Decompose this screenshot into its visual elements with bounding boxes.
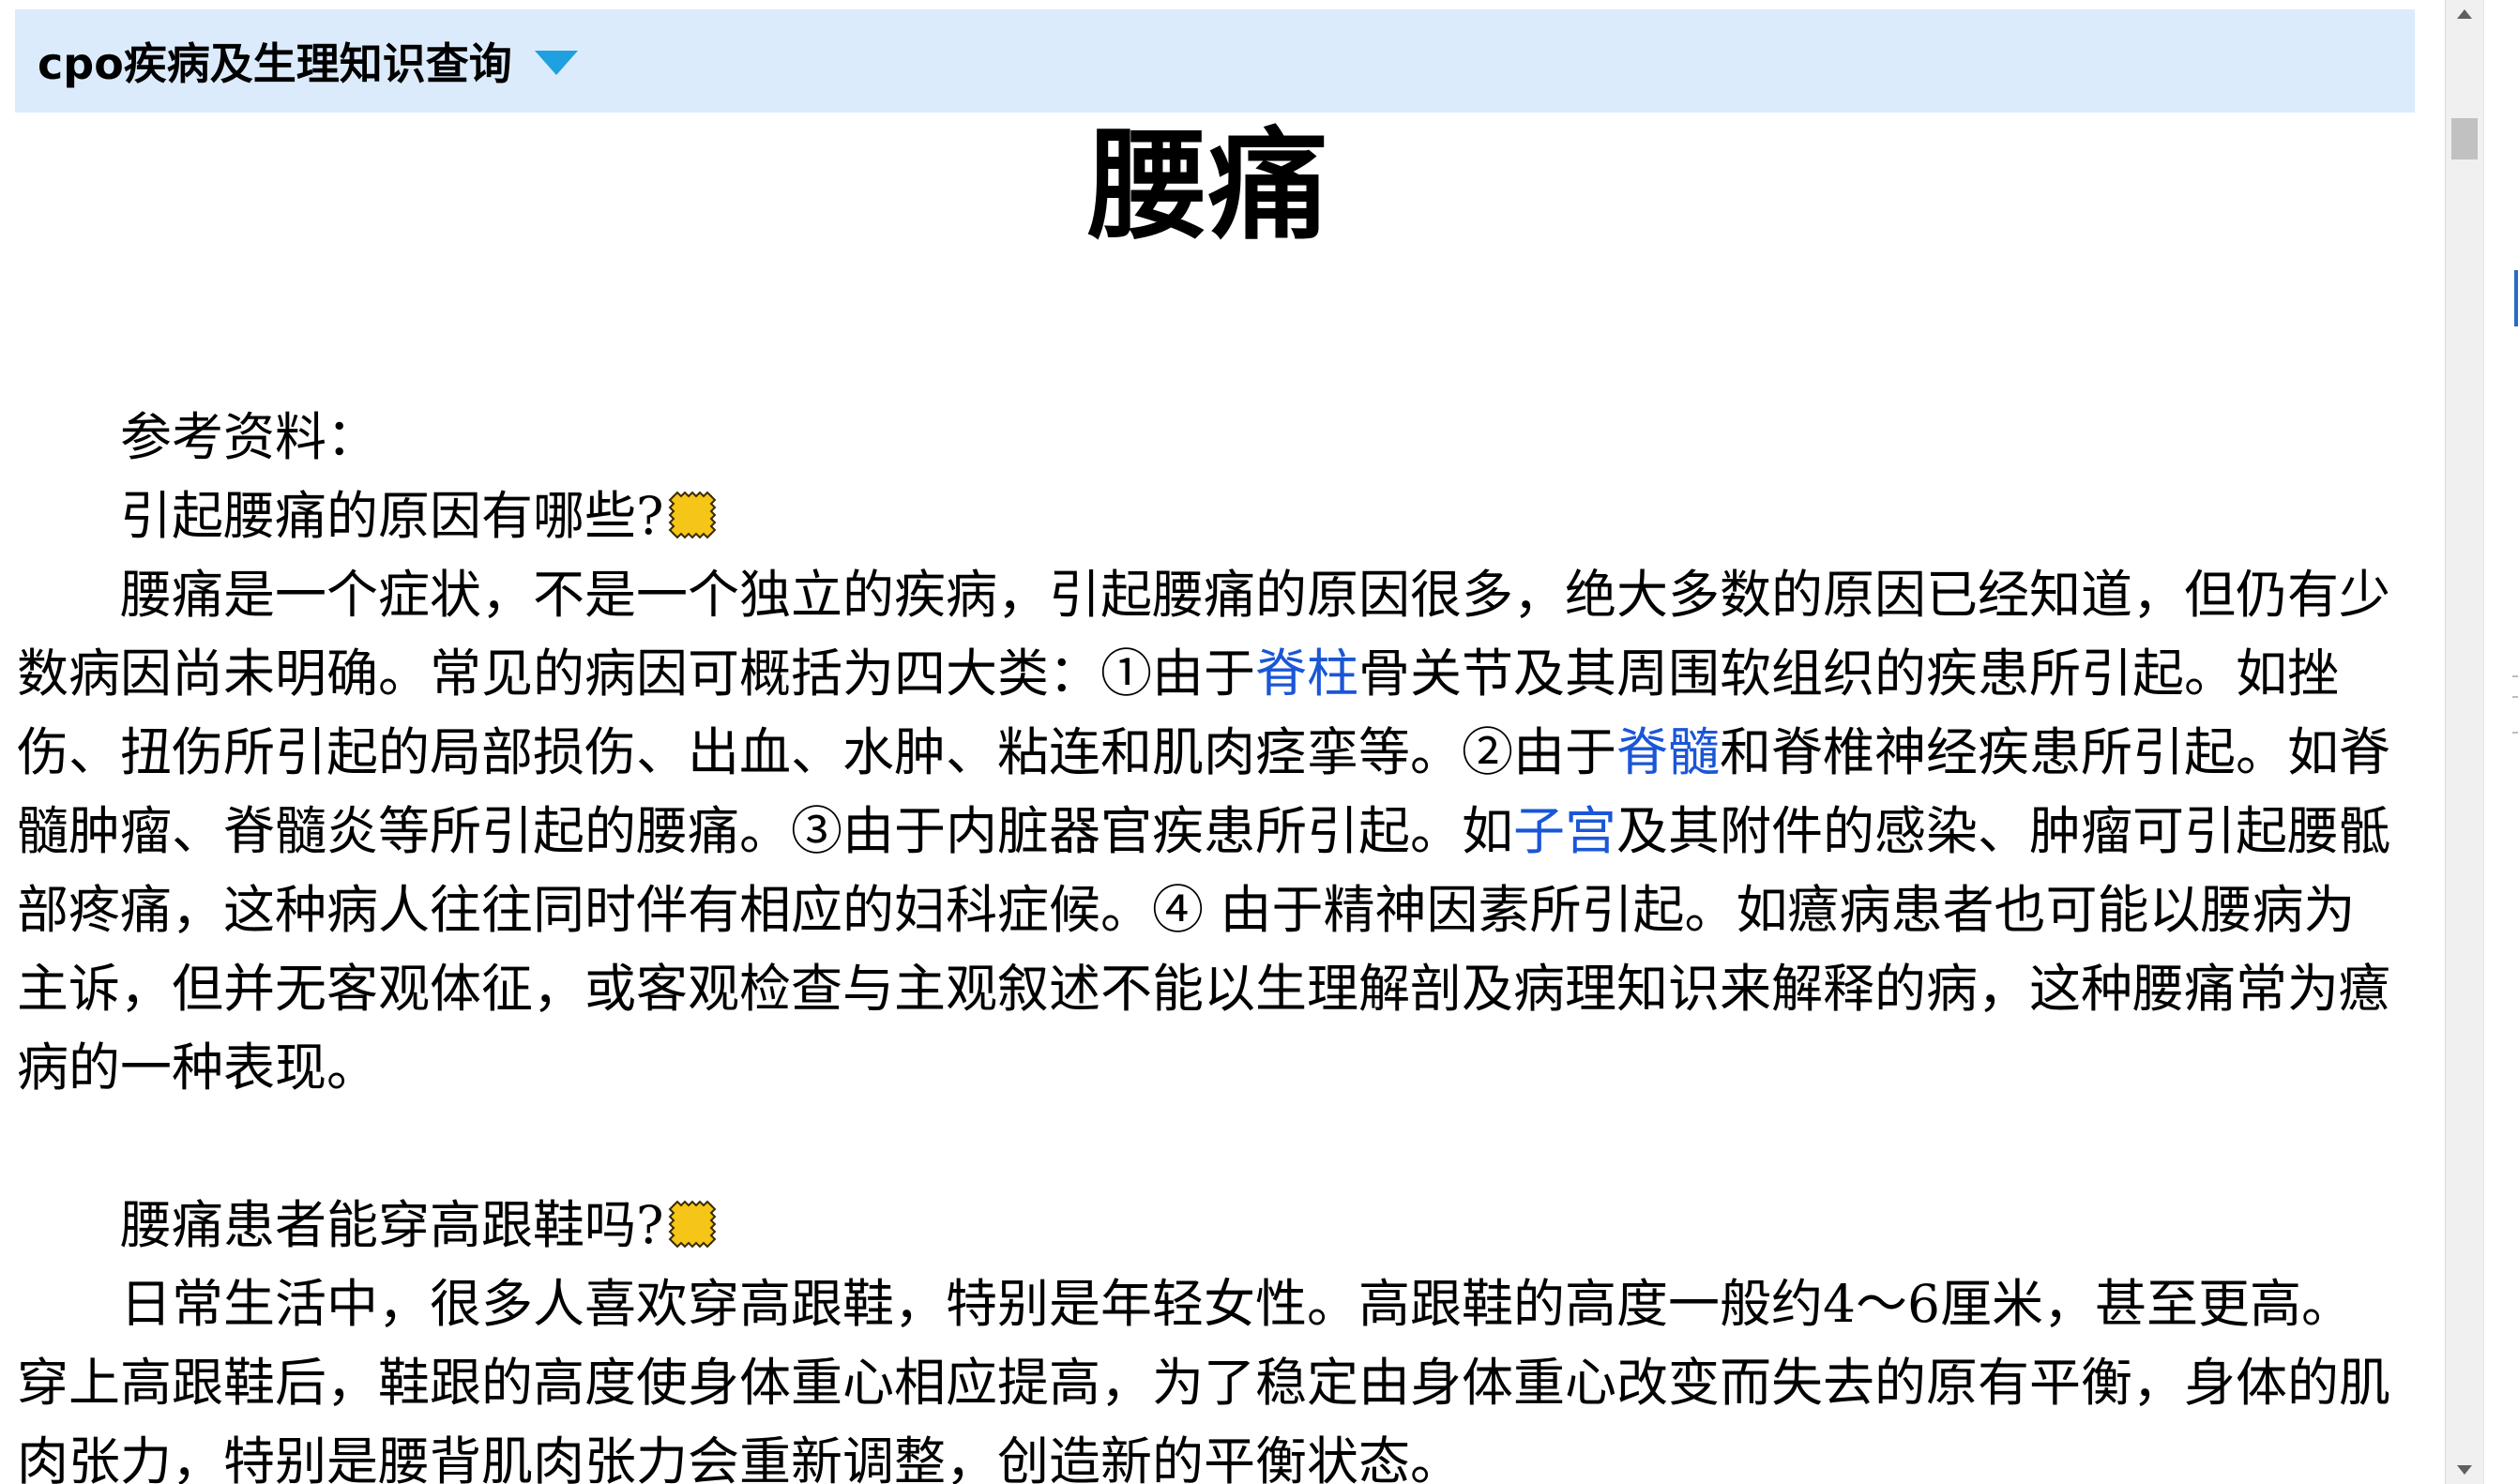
link-spine[interactable]: 脊柱	[1255, 644, 1358, 704]
article-body: 参考资料： 引起腰痛的原因有哪些? 腰痛是一个症状，不是一个独立的疾病，引起腰痛…	[17, 398, 2400, 1484]
reference-label: 参考资料：	[17, 398, 2400, 477]
arrow-up-icon	[2457, 9, 2472, 19]
question-heading: 腰痛患者能穿高跟鞋吗?	[17, 1186, 2400, 1264]
scroll-down-button[interactable]	[2446, 1456, 2483, 1484]
reference-label-text: 参考资料：	[120, 407, 379, 467]
question-heading: 引起腰痛的原因有哪些?	[17, 477, 2400, 555]
page-title: 腰痛	[1087, 115, 1328, 256]
paragraph: 腰痛是一个症状，不是一个独立的疾病，引起腰痛的原因很多，绝大多数的原因已经知道，…	[17, 555, 2400, 1107]
side-tick	[2512, 696, 2518, 698]
link-spinal-cord[interactable]: 脊髓	[1616, 722, 1720, 782]
bullet-badge-icon	[668, 1200, 716, 1249]
scroll-up-button[interactable]	[2446, 0, 2483, 28]
side-panel-edge	[2483, 0, 2518, 1484]
question-text: 腰痛患者能穿高跟鞋吗?	[120, 1195, 664, 1255]
site-title: cpo疾病及生理知识查询	[38, 38, 512, 89]
bullet-badge-icon	[668, 491, 716, 539]
side-marker	[2514, 270, 2518, 326]
header-bar: cpo疾病及生理知识查询	[15, 9, 2415, 113]
vertical-scrollbar[interactable]	[2445, 0, 2483, 1484]
paragraph: 日常生活中，很多人喜欢穿高跟鞋，特别是年轻女性。高跟鞋的高度一般约4～6厘米，甚…	[17, 1274, 2391, 1484]
scroll-thumb[interactable]	[2451, 118, 2478, 159]
link-uterus[interactable]: 子宫	[1513, 801, 1616, 861]
page-content: cpo疾病及生理知识查询 腰痛 参考资料： 引起腰痛的原因有哪些? 腰痛是一个症…	[0, 0, 2449, 1484]
side-tick	[2512, 732, 2518, 734]
side-tick	[2512, 675, 2518, 677]
arrow-down-icon	[2457, 1465, 2472, 1475]
dropdown-arrow-icon[interactable]	[534, 51, 578, 75]
question-text: 引起腰痛的原因有哪些?	[120, 486, 664, 546]
